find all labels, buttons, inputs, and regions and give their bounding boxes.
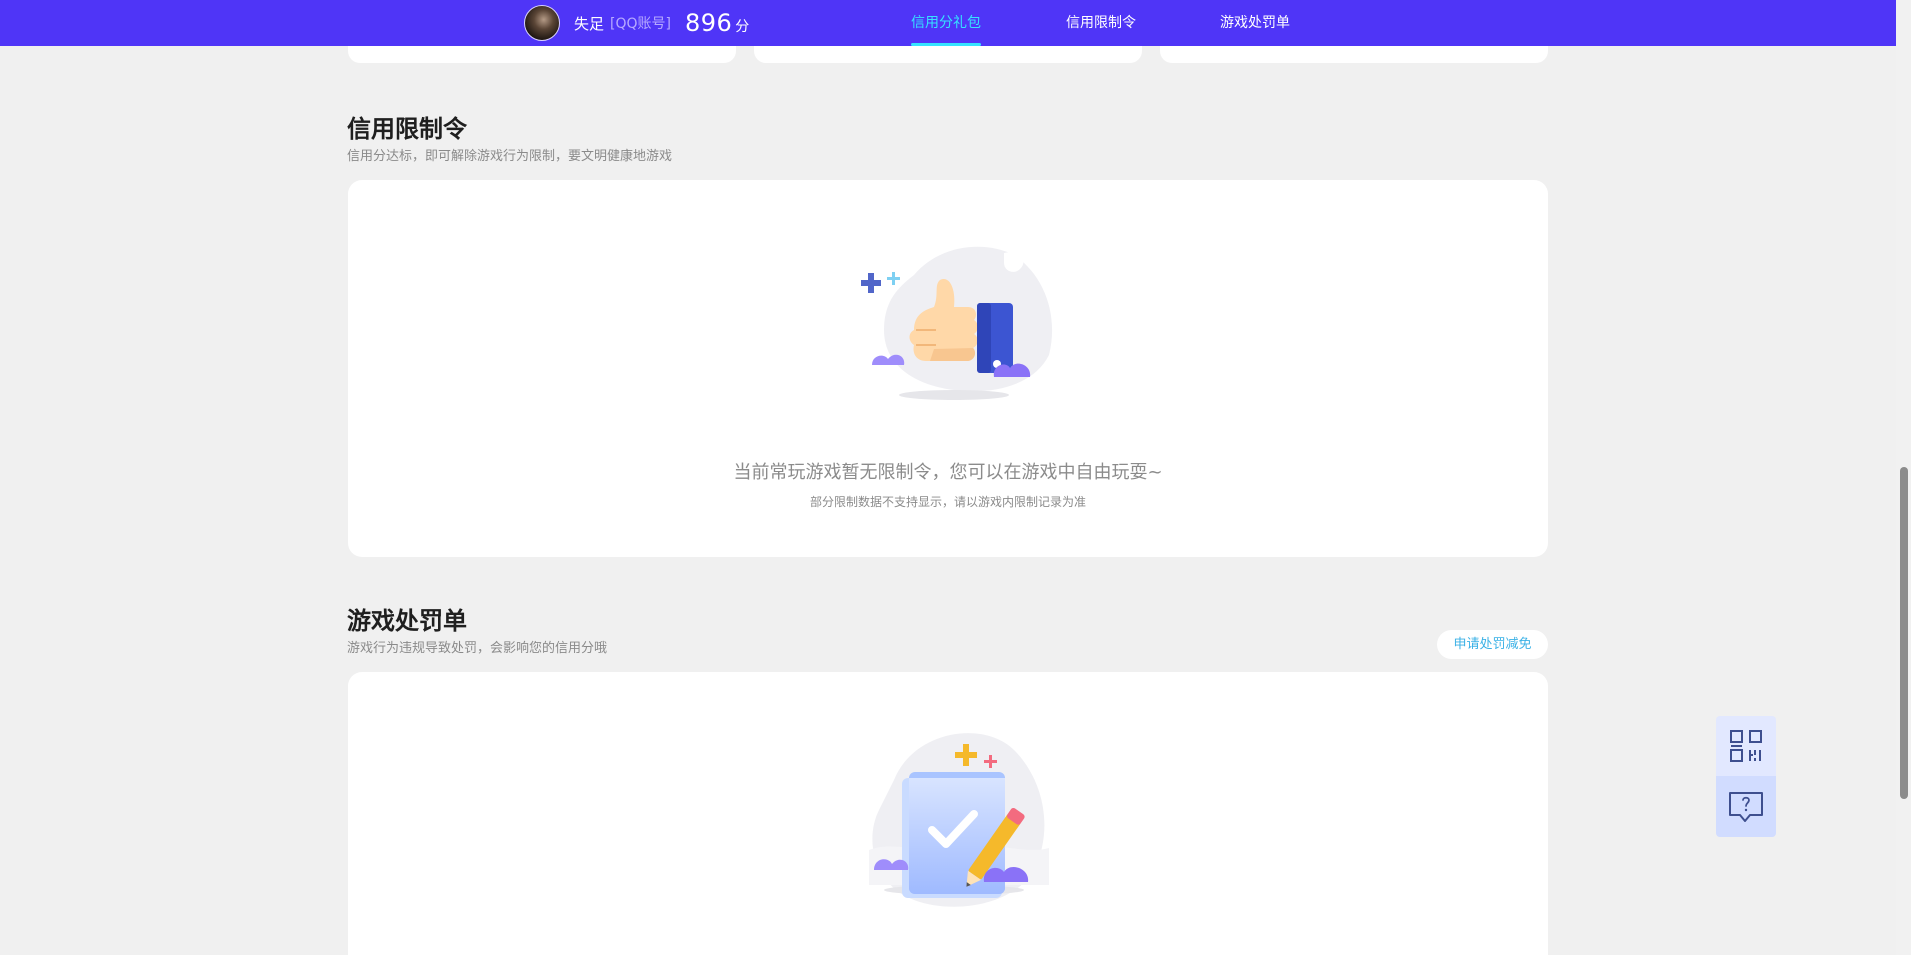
credit-score: 896 (684, 9, 733, 37)
restriction-section-title: 信用限制令 (347, 115, 467, 143)
thumbs-up-illustration (861, 246, 1053, 400)
restriction-section-desc: 信用分达标，即可解除游戏行为限制，要文明健康地游戏 (347, 149, 673, 164)
scrollbar-thumb[interactable] (1900, 467, 1908, 799)
penalty-section-title: 游戏处罚单 (347, 607, 467, 635)
qrcode-button[interactable] (1716, 716, 1776, 776)
nav-tab-game-penalty[interactable]: 游戏处罚单 (1220, 0, 1290, 46)
account-type: [QQ账号] (610, 16, 671, 32)
avatar[interactable] (524, 5, 560, 41)
restriction-empty-note: 部分限制数据不支持显示，请以游戏内限制记录为准 (809, 495, 1086, 509)
clipboard-check-illustration (869, 733, 1049, 907)
restriction-empty-message: 当前常玩游戏暂无限制令，您可以在游戏中自由玩耍~ (733, 462, 1163, 483)
penalty-panel (348, 672, 1548, 955)
restriction-panel: 当前常玩游戏暂无限制令，您可以在游戏中自由玩耍~ 部分限制数据不支持显示，请以游… (348, 180, 1548, 557)
page-scrollbar[interactable] (1896, 0, 1911, 955)
user-info: 失足 [QQ账号] 896 分 (524, 5, 749, 41)
credit-score-unit: 分 (735, 19, 750, 35)
side-toolbar (1716, 716, 1776, 837)
top-navigation-bar: 失足 [QQ账号] 896 分 信用分礼包 信用限制令 游戏处罚单 (0, 0, 1896, 46)
user-name: 失足 (574, 14, 605, 33)
help-button[interactable] (1716, 776, 1776, 837)
qrcode-icon (1730, 730, 1762, 762)
nav-tab-credit-gift[interactable]: 信用分礼包 (911, 0, 981, 46)
penalty-section-desc: 游戏行为违规导致处罚，会影响您的信用分哦 (347, 641, 608, 656)
apply-penalty-reduction-button[interactable]: 申请处罚减免 (1437, 630, 1548, 659)
help-chat-icon (1729, 791, 1763, 822)
nav-tab-credit-restriction[interactable]: 信用限制令 (1066, 0, 1136, 46)
